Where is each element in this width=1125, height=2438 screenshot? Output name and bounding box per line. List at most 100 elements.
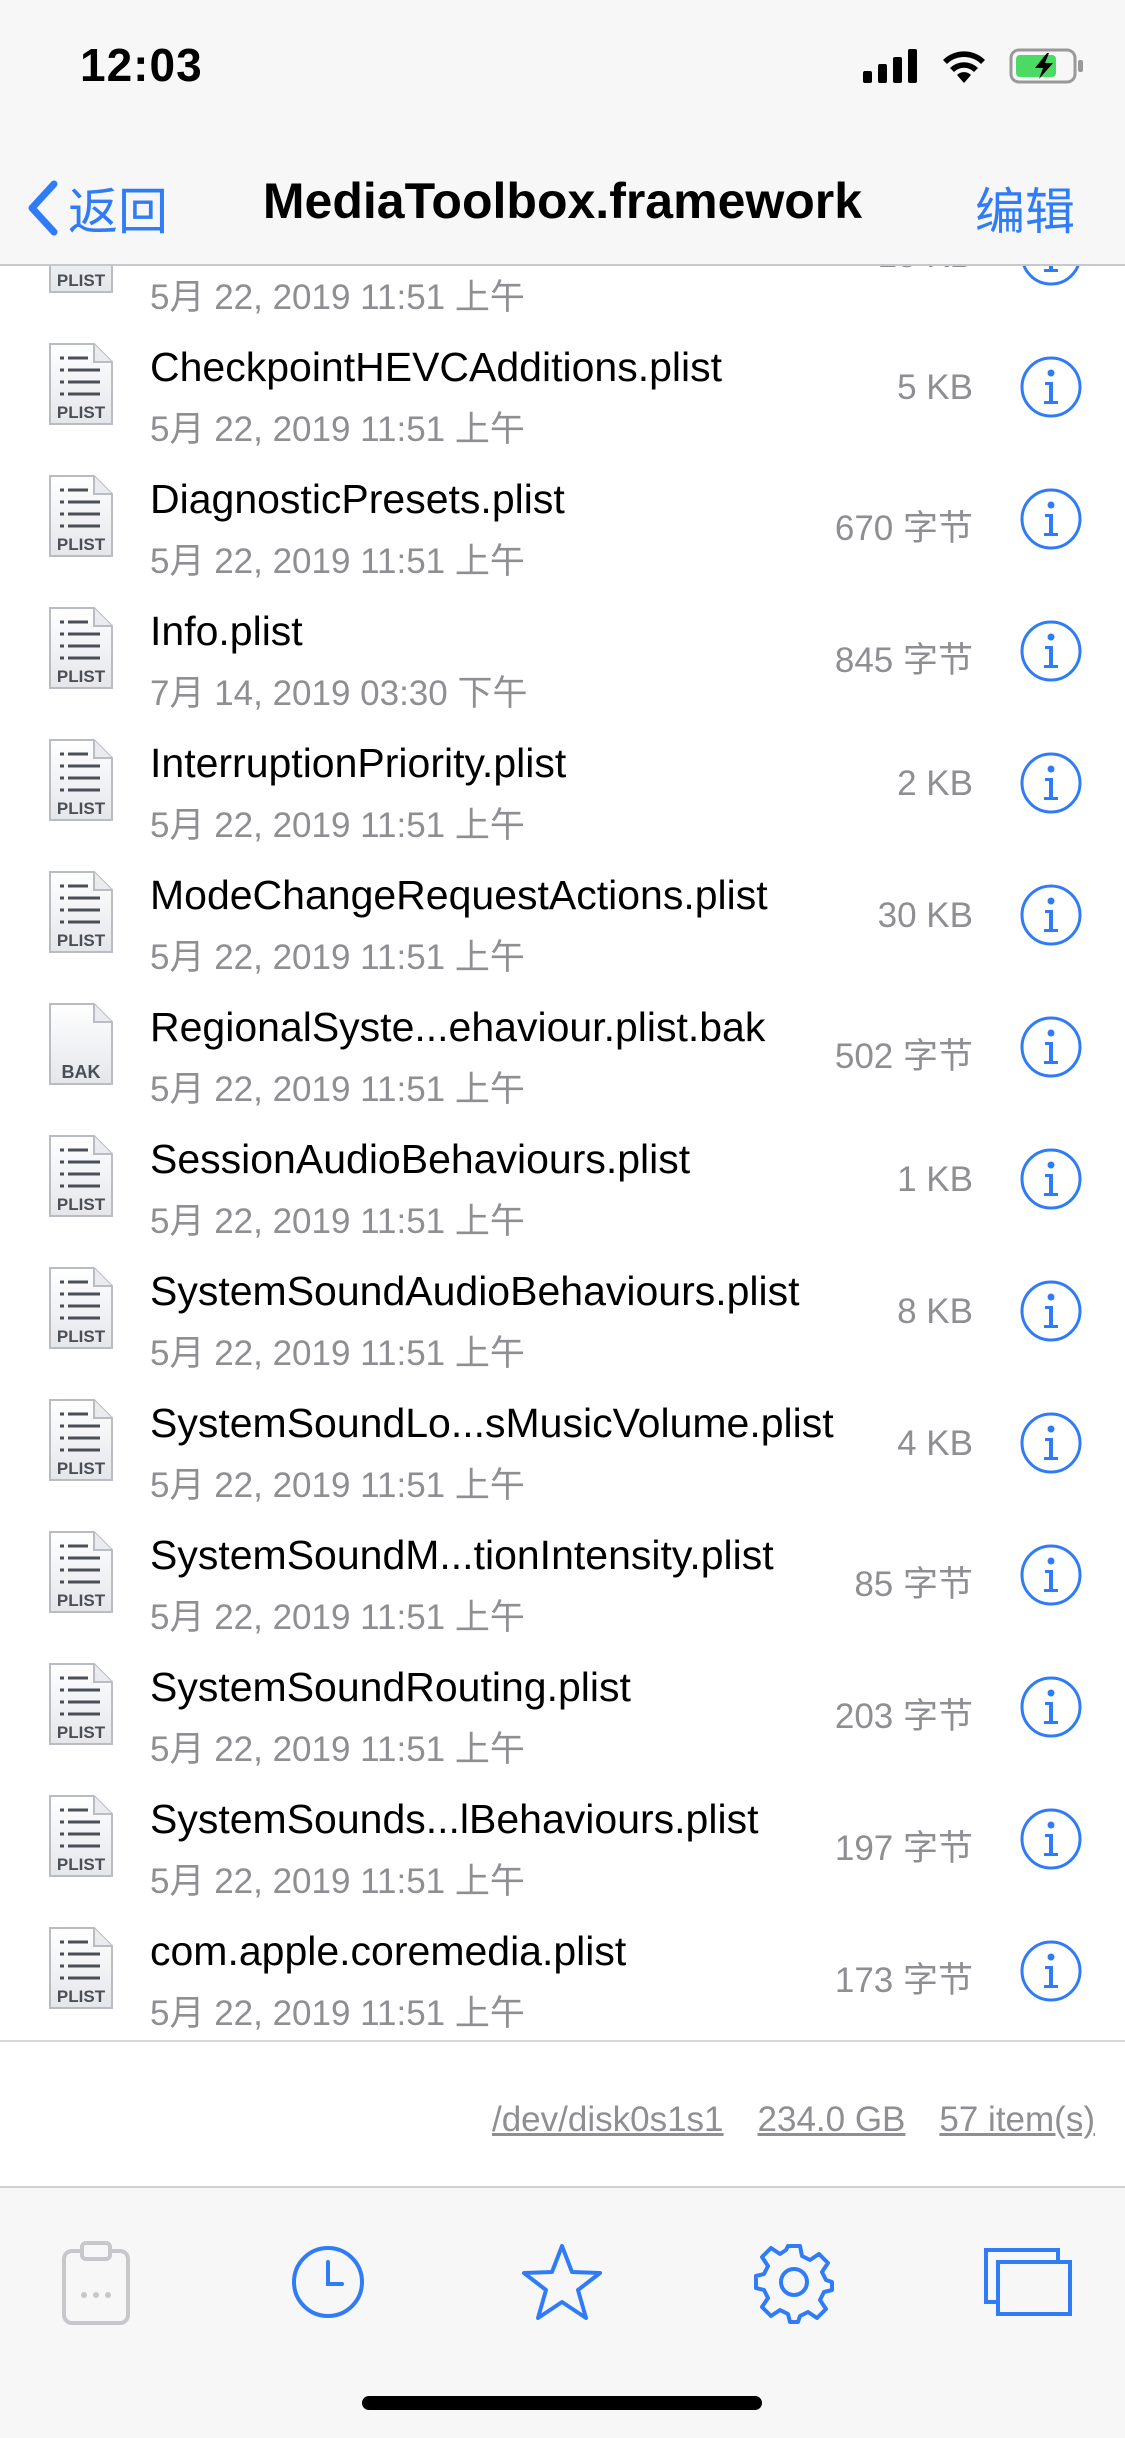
file-row[interactable]: PLIST SystemSoundRouting.plist 5月 22, 20…: [0, 1644, 1125, 1778]
file-size: 197 字节: [834, 1829, 973, 1868]
file-date: 5月 22, 2019 11:51 上午: [150, 938, 525, 977]
info-button[interactable]: [1019, 619, 1083, 683]
file-type-label: PLIST: [57, 799, 106, 818]
file-row[interactable]: PLIST SystemSoundLo...sMusicVolume.plist…: [0, 1380, 1125, 1514]
file-name: CheckpointHEVCAdditions.plist: [150, 344, 722, 390]
info-button[interactable]: [1019, 355, 1083, 419]
file-row[interactable]: PLIST ModeChangeRequestActions.plist 5月 …: [0, 852, 1125, 986]
info-button[interactable]: [1019, 751, 1083, 815]
file-name: InterruptionPriority.plist: [150, 740, 567, 786]
disk-capacity[interactable]: 234.0 GB: [758, 2100, 906, 2140]
file-row[interactable]: PLIST InterruptionPriority.plist 5月 22, …: [0, 720, 1125, 854]
file-name: DiagnosticPresets.plist: [150, 476, 565, 522]
status-time: 12:03: [80, 39, 203, 91]
file-name: Info.plist: [150, 608, 303, 654]
file-date: 5月 22, 2019 11:51 上午: [150, 1994, 525, 2033]
plist-file-icon: PLIST: [49, 1795, 113, 1877]
file-name: SystemSounds...lBehaviours.plist: [150, 1796, 759, 1842]
info-button[interactable]: [1019, 1543, 1083, 1607]
signal-icon: [863, 49, 917, 83]
file-type-label: PLIST: [57, 1855, 106, 1874]
file-row[interactable]: PLIST DiagnosticPresets.plist 5月 22, 201…: [0, 456, 1125, 590]
clock-icon: [292, 2246, 364, 2318]
file-row[interactable]: PLIST SessionAudioBehaviours.plist 5月 22…: [0, 1116, 1125, 1250]
plist-file-icon: PLIST: [49, 871, 113, 953]
info-button[interactable]: [1019, 1675, 1083, 1739]
file-row[interactable]: PLIST com.apple.coremedia.plist 5月 22, 2…: [0, 1908, 1125, 2042]
file-type-label: PLIST: [57, 535, 106, 554]
file-name: SystemSoundAudioBehaviours.plist: [150, 1268, 800, 1314]
clipboard-icon: [62, 2241, 130, 2325]
file-size: 85 字节: [854, 1565, 973, 1604]
info-button[interactable]: [1019, 266, 1083, 287]
info-button[interactable]: [1019, 1411, 1083, 1475]
file-size: 30 KB: [877, 896, 973, 935]
info-button[interactable]: [1019, 1015, 1083, 1079]
plist-file-icon: PLIST: [49, 607, 113, 689]
file-row[interactable]: PLIST SystemSoundAudioBehaviours.plist 5…: [0, 1248, 1125, 1382]
battery-charging-icon: [1009, 48, 1083, 84]
file-row[interactable]: PLIST SystemSounds...lBehaviours.plist 5…: [0, 1776, 1125, 1910]
file-name: SystemSoundM...tionIntensity.plist: [150, 1532, 774, 1578]
file-size: 2 KB: [897, 764, 973, 803]
info-button[interactable]: [1019, 1147, 1083, 1211]
file-type-label: PLIST: [57, 1327, 106, 1346]
file-name: SystemSoundRouting.plist: [150, 1664, 631, 1710]
file-type-label: PLIST: [57, 1459, 106, 1478]
plist-file-icon: PLIST: [49, 1663, 113, 1745]
file-date: 5月 22, 2019 11:51 上午: [150, 1466, 525, 1505]
disk-path[interactable]: /dev/disk0s1s1: [492, 2100, 724, 2140]
file-size: 173 字节: [834, 1961, 973, 2000]
info-button[interactable]: [1019, 1807, 1083, 1871]
file-list[interactable]: PLIST CheckpointBase.plist 5月 22, 2019 1…: [0, 266, 1125, 2066]
tab-windows[interactable]: [978, 2232, 1078, 2332]
file-date: 5月 22, 2019 11:51 上午: [150, 1334, 525, 1373]
plist-file-icon: PLIST: [49, 266, 113, 293]
file-type-label: BAK: [62, 1062, 101, 1082]
info-button[interactable]: [1019, 1939, 1083, 2003]
star-icon: [522, 2244, 602, 2320]
file-date: 5月 22, 2019 11:51 上午: [150, 806, 525, 845]
file-row[interactable]: PLIST CheckpointHEVCAdditions.plist 5月 2…: [0, 324, 1125, 458]
file-size: 203 字节: [834, 1697, 973, 1736]
tab-clipboard[interactable]: [46, 2232, 146, 2332]
navigation-bar: 返回 MediaToolbox.framework 编辑: [0, 132, 1125, 266]
info-button[interactable]: [1019, 1279, 1083, 1343]
plist-file-icon: PLIST: [49, 1927, 113, 2009]
plist-file-icon: PLIST: [49, 739, 113, 821]
file-type-label: PLIST: [57, 931, 106, 950]
file-size: 4 KB: [897, 1424, 973, 1463]
edit-button[interactable]: 编辑: [975, 172, 1075, 244]
home-indicator[interactable]: [362, 2396, 762, 2410]
file-size: 8 KB: [897, 1292, 973, 1331]
file-row[interactable]: PLIST Info.plist 7月 14, 2019 03:30 下午 84…: [0, 588, 1125, 722]
tab-favorites[interactable]: [512, 2232, 612, 2332]
file-name: SessionAudioBehaviours.plist: [150, 1136, 691, 1182]
file-type-label: PLIST: [57, 1987, 106, 2006]
info-button[interactable]: [1019, 883, 1083, 947]
tab-settings[interactable]: [744, 2232, 844, 2332]
file-size: 502 字节: [834, 1037, 973, 1076]
plist-file-icon: PLIST: [49, 343, 113, 425]
file-type-label: PLIST: [57, 667, 106, 686]
file-row[interactable]: PLIST CheckpointBase.plist 5月 22, 2019 1…: [0, 266, 1125, 326]
file-date: 5月 22, 2019 11:51 上午: [150, 542, 525, 581]
file-date: 5月 22, 2019 11:51 上午: [150, 278, 525, 317]
tab-recent[interactable]: [278, 2232, 378, 2332]
info-button[interactable]: [1019, 487, 1083, 551]
file-type-label: PLIST: [57, 1723, 106, 1742]
file-row[interactable]: PLIST SystemSoundM...tionIntensity.plist…: [0, 1512, 1125, 1646]
item-count[interactable]: 57 item(s): [939, 2100, 1095, 2140]
file-date: 7月 14, 2019 03:30 下午: [150, 674, 528, 713]
file-date: 5月 22, 2019 11:51 上午: [150, 1202, 525, 1241]
wifi-icon: [943, 51, 985, 83]
bak-file-icon: BAK: [49, 1003, 113, 1085]
file-type-label: PLIST: [57, 403, 106, 422]
plist-file-icon: PLIST: [49, 1267, 113, 1349]
file-size: 670 字节: [834, 509, 973, 548]
file-date: 5月 22, 2019 11:51 上午: [150, 1730, 525, 1769]
file-name: SystemSoundLo...sMusicVolume.plist: [150, 1400, 834, 1446]
file-type-label: PLIST: [57, 1591, 106, 1610]
file-row[interactable]: BAK RegionalSyste...ehaviour.plist.bak 5…: [0, 984, 1125, 1118]
file-type-label: PLIST: [57, 1195, 106, 1214]
